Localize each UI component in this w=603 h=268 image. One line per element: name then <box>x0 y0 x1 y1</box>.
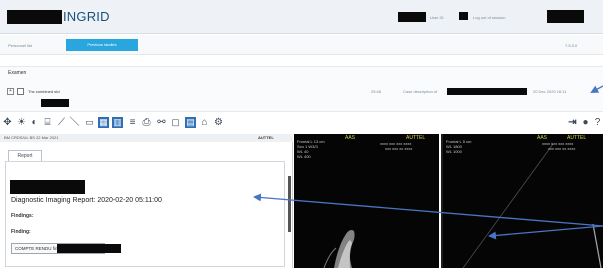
vp-left-info-4: WL 400 <box>297 154 311 159</box>
settings-icon[interactable]: ⚙ <box>213 117 224 128</box>
contrast-icon[interactable]: ◐ <box>29 117 40 128</box>
exam-time: 25:48 <box>371 89 382 94</box>
exam-status: Case description of <box>403 89 438 94</box>
arrow-back-icon[interactable]: ⇥ <box>567 117 578 128</box>
window-icon[interactable]: ▢ <box>170 117 181 128</box>
exam-checkbox[interactable] <box>17 88 24 95</box>
report-header-right: AUTTEL <box>258 135 274 140</box>
list-icon[interactable]: ≡ <box>127 117 138 128</box>
finding-label: Finding: <box>11 229 31 235</box>
monitor-icon[interactable]: ▤ <box>185 117 196 128</box>
image-viewport-left[interactable] <box>294 134 439 268</box>
layout-split-icon[interactable]: ▥ <box>112 117 123 128</box>
scale-icon[interactable]: ⌸ <box>42 117 53 128</box>
report-final-label: COMPTE RENDU final <box>15 246 62 251</box>
tab-report[interactable]: Report <box>8 150 42 161</box>
findings-label: Findings: <box>11 213 34 219</box>
app-title: INGRID <box>63 9 110 24</box>
measure-icon[interactable]: ⟋ <box>56 117 67 128</box>
redacted-logo <box>7 10 62 24</box>
user-label[interactable]: User ID <box>430 15 444 20</box>
key-image-icon[interactable]: ⌂ <box>199 117 210 128</box>
help-icon[interactable]: ? <box>592 117 603 128</box>
vp-right-info-3: WL 1000 <box>446 149 462 154</box>
sun-icon[interactable]: ☀ <box>16 117 27 128</box>
redacted-account <box>547 10 584 23</box>
vp-left-meta-2: xxx xxx xx xxxx <box>385 146 413 151</box>
tab-personnel[interactable]: Personnel list <box>8 43 32 48</box>
vp-right-meta-2: xxx xxx xx xxxx <box>548 146 576 151</box>
report-title: Diagnostic Imaging Report: 2020-02-20 05… <box>11 197 162 204</box>
vp-left-orientation: AAS <box>345 135 356 141</box>
report-scrollbar[interactable] <box>288 176 291 232</box>
image-viewport-right[interactable] <box>441 134 603 268</box>
move-icon[interactable]: ✥ <box>2 117 13 128</box>
print-icon[interactable]: ⎙ <box>141 117 152 128</box>
version-label: 7.5.3.0 <box>565 43 578 48</box>
report-header-text: BM CRDS/UL BS 22 Mar 2021 <box>4 135 59 140</box>
ct-image-left <box>323 230 355 268</box>
tab-previous-studies[interactable]: Previous studies <box>66 39 138 51</box>
exam-date: 20 Dec 2020 16:11 <box>533 89 567 94</box>
layout-grid-icon[interactable]: ▦ <box>98 117 109 128</box>
redacted-patient <box>41 99 69 107</box>
rectangle-icon[interactable]: ▭ <box>84 117 95 128</box>
line-icon[interactable]: ＼ <box>69 117 80 128</box>
link-icon[interactable]: ⚯ <box>156 117 167 128</box>
ct-image-right <box>462 143 602 268</box>
info-icon[interactable]: ● <box>580 117 591 128</box>
redacted-report-id <box>57 244 121 253</box>
redacted-user <box>398 12 426 22</box>
exam-title[interactable]: Thx combined std <box>28 89 60 94</box>
redacted-field <box>459 12 468 20</box>
logout-link[interactable]: Log out of session <box>473 15 505 20</box>
expand-icon[interactable]: + <box>7 88 14 95</box>
exams-label: Examen <box>8 70 27 76</box>
redacted-report-header <box>10 180 85 194</box>
redacted-description <box>447 88 527 95</box>
